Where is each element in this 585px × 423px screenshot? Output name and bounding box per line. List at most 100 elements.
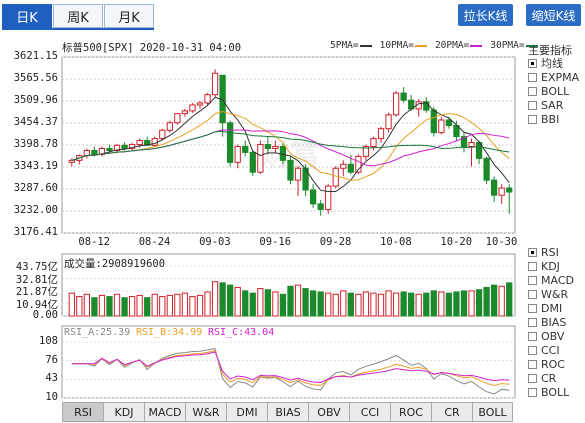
volume-bar: [204, 291, 211, 317]
rsi-series-label: RSI_C:43.04: [208, 327, 275, 338]
price-tick-label: 3565.56: [13, 72, 58, 84]
candle-body: [332, 167, 339, 187]
candle-body: [189, 104, 196, 112]
rsi-series-label: RSI_B:34.99: [136, 327, 203, 338]
candle-body: [498, 187, 505, 196]
candle-body: [279, 145, 287, 161]
candle-body: [166, 122, 173, 131]
volume-bar: [264, 289, 272, 317]
volume-bar: [377, 293, 385, 317]
volume-bar: [219, 282, 226, 317]
candle-body: [234, 145, 241, 163]
volume-title: 成交量:2908919600: [64, 258, 166, 270]
tab-rsi[interactable]: RSI: [62, 402, 103, 422]
tab-obv[interactable]: OBV: [308, 402, 349, 422]
candle-body: [294, 167, 302, 181]
rsi-tick-label: 76: [45, 353, 58, 366]
candle-body: [204, 94, 211, 104]
candle-body: [438, 119, 445, 134]
price-tick-label: 3176.41: [13, 226, 58, 238]
volume-bar: [113, 293, 121, 317]
volume-bar: [309, 290, 317, 317]
volume-bar: [392, 292, 400, 317]
date-tick-label: 10-30: [485, 236, 518, 248]
volume-bar: [302, 288, 309, 317]
tab-bias[interactable]: BIAS: [267, 402, 308, 422]
volume-bar: [332, 293, 339, 317]
candle-body: [196, 102, 204, 106]
candle-body: [159, 129, 166, 140]
volume-bar: [340, 290, 347, 317]
candle-body: [121, 144, 128, 149]
tab-roc[interactable]: ROC: [390, 402, 431, 422]
volume-bar: [279, 293, 287, 317]
tab-cr[interactable]: CR: [431, 402, 472, 422]
tab-cci[interactable]: CCI: [349, 402, 390, 422]
volume-bar: [355, 293, 362, 317]
candle-body: [377, 128, 385, 140]
price-tick-label: 3287.60: [13, 182, 58, 194]
candle-body: [385, 114, 392, 130]
date-tick-label: 09-28: [319, 236, 352, 248]
rsi-a-line: [71, 347, 510, 395]
volume-bar: [227, 284, 234, 317]
candle-body: [340, 163, 347, 169]
volume-bar: [159, 296, 166, 317]
volume-bar: [287, 285, 294, 317]
candle-body: [468, 142, 475, 147]
volume-bar: [460, 290, 468, 317]
date-tick-label: 09-16: [259, 236, 292, 248]
indicator-tabs: RSI KDJ MACD W&R DMI BIAS OBV CCI ROC CR…: [62, 402, 513, 422]
rsi-series-label: RSI_A:25.39: [64, 327, 131, 338]
tab-kdj[interactable]: KDJ: [103, 402, 144, 422]
price-tick-label: 3232.00: [13, 204, 58, 216]
volume-bar: [408, 292, 415, 317]
candle-body: [491, 179, 498, 196]
tab-wr[interactable]: W&R: [185, 402, 226, 422]
volume-bar: [491, 284, 498, 317]
price-tick-label: 3343.19: [13, 160, 58, 172]
price-tick-label: 3454.37: [13, 116, 58, 128]
candle-body: [483, 157, 490, 181]
candle-body: [211, 72, 219, 96]
volume-bar: [475, 289, 483, 317]
candle-body: [227, 122, 234, 163]
volume-bar: [362, 291, 370, 317]
candle-body: [242, 145, 249, 153]
volume-bar: [136, 294, 143, 317]
rsi-tick-label: 43: [45, 372, 58, 385]
volume-bar: [249, 292, 256, 317]
volume-bar: [445, 292, 453, 317]
tab-boll[interactable]: BOLL: [472, 402, 513, 422]
volume-bar: [294, 284, 302, 317]
candle-body: [136, 140, 143, 146]
rsi-c-line: [71, 351, 510, 383]
volume-bar: [325, 292, 332, 317]
candle-body: [287, 159, 294, 181]
date-tick-label: 10-08: [380, 236, 412, 248]
volume-bar: [144, 297, 151, 317]
date-tick-label: 08-12: [78, 236, 110, 248]
volume-bar: [468, 290, 475, 317]
date-tick-label: 09-03: [199, 236, 231, 248]
candle-body: [83, 149, 90, 157]
volume-bar: [438, 291, 445, 317]
volume-bar: [151, 293, 158, 317]
candle-body: [249, 151, 256, 173]
volume-bar: [385, 290, 392, 317]
volume-bar: [106, 296, 113, 317]
volume-bar: [121, 297, 128, 317]
volume-bar: [91, 297, 98, 317]
volume-bar: [68, 292, 75, 317]
volume-bar: [498, 285, 505, 317]
volume-bar: [189, 296, 196, 317]
rsi-tick-label: 108: [39, 335, 58, 347]
candle-body: [325, 185, 332, 210]
volume-bar: [483, 286, 490, 317]
volume-bar: [257, 288, 264, 317]
candle-body: [68, 159, 75, 163]
tab-macd[interactable]: MACD: [144, 402, 185, 422]
volume-bar: [174, 293, 181, 317]
tab-dmi[interactable]: DMI: [226, 402, 267, 422]
volume-bar: [453, 291, 460, 317]
